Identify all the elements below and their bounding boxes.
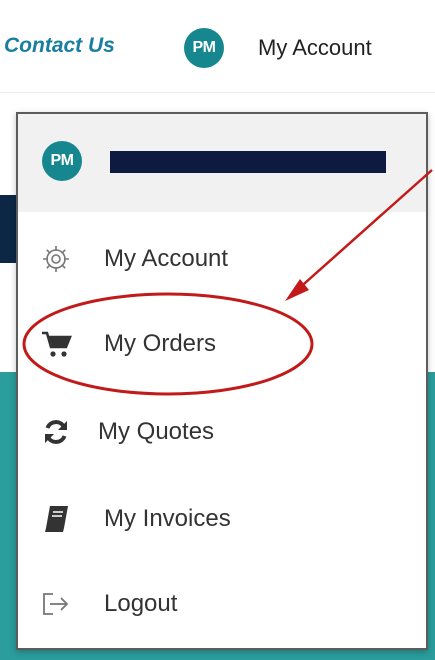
- menu-item-label: My Quotes: [98, 418, 215, 445]
- cart-icon: [40, 328, 72, 360]
- avatar[interactable]: PM: [184, 28, 224, 68]
- menu-item-label: Logout: [104, 590, 178, 617]
- menu-item-my-invoices[interactable]: My Invoices: [18, 489, 426, 549]
- menu-item-my-quotes[interactable]: My Quotes: [18, 402, 426, 462]
- menu-item-label: My Invoices: [104, 505, 231, 532]
- refresh-icon: [40, 416, 72, 448]
- top-navigation-bar: Contact Us PM My Account: [0, 0, 435, 93]
- book-icon: [40, 503, 72, 535]
- logout-icon: [40, 588, 72, 620]
- contact-us-link[interactable]: Contact Us: [4, 34, 115, 58]
- dropdown-user-header: PM: [18, 114, 426, 212]
- menu-item-my-account[interactable]: My Account: [18, 229, 426, 289]
- dropdown-avatar: PM: [42, 141, 82, 181]
- account-dropdown-menu: PM My Account My Orders My Quotes My Inv…: [16, 112, 428, 650]
- gear-icon: [40, 243, 72, 275]
- menu-item-logout[interactable]: Logout: [18, 574, 426, 634]
- my-account-menu-toggle[interactable]: My Account: [258, 35, 372, 61]
- menu-item-my-orders[interactable]: My Orders: [18, 314, 426, 374]
- redacted-user-name: [110, 151, 386, 173]
- menu-item-label: My Orders: [104, 330, 217, 357]
- menu-item-label: My Account: [104, 245, 229, 272]
